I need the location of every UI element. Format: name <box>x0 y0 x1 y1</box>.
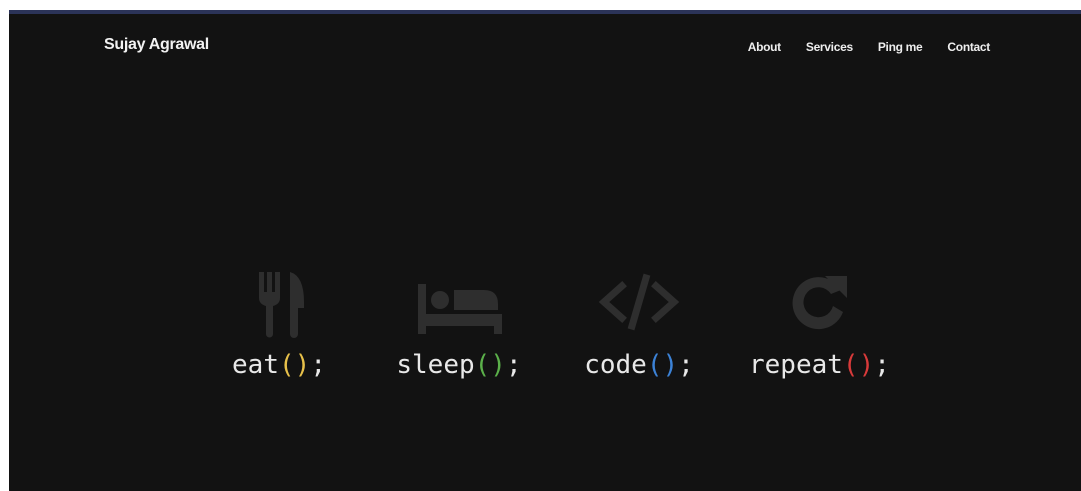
semicolon: ; <box>874 350 890 380</box>
hero-item-code: code(); <box>569 250 709 380</box>
fn-name: repeat <box>749 350 843 380</box>
parens: () <box>474 350 506 380</box>
semicolon: ; <box>678 350 694 380</box>
sleep-label: sleep(); <box>389 350 529 380</box>
utensils-icon <box>229 262 329 342</box>
redo-icon <box>769 262 869 342</box>
fn-name: sleep <box>396 350 475 380</box>
semicolon: ; <box>505 350 522 380</box>
nav-link-services[interactable]: Services <box>806 40 853 54</box>
hero-section: eat(); sleep(); code(); repeat(); <box>9 250 1081 410</box>
nav-link-contact[interactable]: Contact <box>947 40 990 54</box>
parens: () <box>842 350 875 380</box>
repeat-label: repeat(); <box>749 350 890 380</box>
bed-icon <box>409 262 509 342</box>
nav-link-ping-me[interactable]: Ping me <box>878 40 923 54</box>
brand-name[interactable]: Sujay Agrawal <box>104 36 209 54</box>
page: Sujay Agrawal About Services Ping me Con… <box>9 10 1081 491</box>
nav-links: About Services Ping me Contact <box>748 40 991 54</box>
parens: () <box>646 350 679 380</box>
fn-name: code <box>584 350 647 380</box>
fn-name: eat <box>232 350 279 380</box>
eat-label: eat(); <box>209 350 349 380</box>
nav-link-about[interactable]: About <box>748 40 781 54</box>
navbar: Sujay Agrawal About Services Ping me Con… <box>9 14 1081 74</box>
semicolon: ; <box>310 350 326 380</box>
hero-item-sleep: sleep(); <box>389 250 529 380</box>
hero-item-eat: eat(); <box>209 250 349 380</box>
hero-item-repeat: repeat(); <box>749 250 890 380</box>
code-icon <box>589 262 689 342</box>
parens: () <box>279 350 311 380</box>
code-label: code(); <box>569 350 709 380</box>
